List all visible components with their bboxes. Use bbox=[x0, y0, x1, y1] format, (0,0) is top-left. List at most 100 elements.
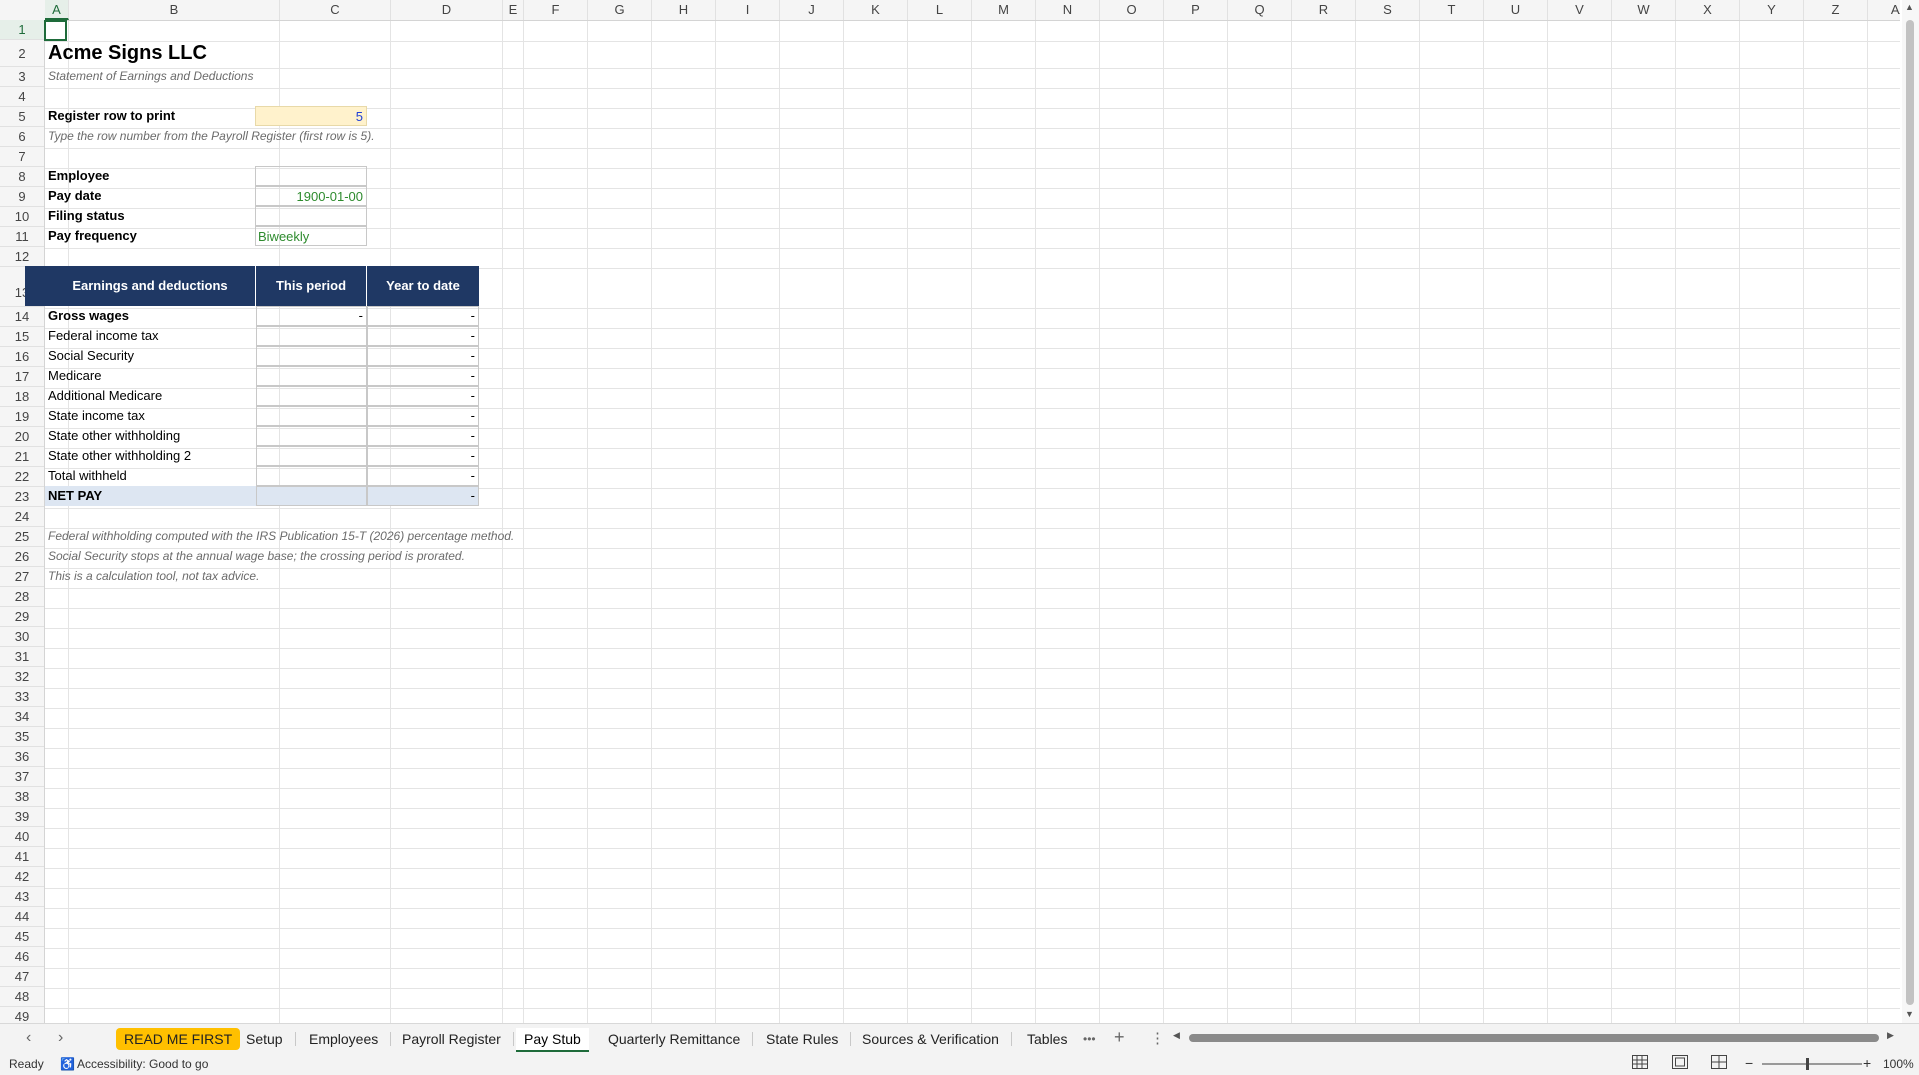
row-header-31[interactable]: 31 bbox=[0, 647, 44, 667]
row-header-10[interactable]: 10 bbox=[0, 207, 44, 227]
next-sheet-icon[interactable]: › bbox=[58, 1029, 63, 1047]
this-period-cell[interactable] bbox=[256, 466, 367, 486]
row-header-3[interactable]: 3 bbox=[0, 67, 44, 87]
row-header-30[interactable]: 30 bbox=[0, 627, 44, 647]
row-header-7[interactable]: 7 bbox=[0, 147, 44, 167]
tab-sources-verification[interactable]: Sources & Verification bbox=[854, 1028, 1012, 1050]
column-header-p[interactable]: P bbox=[1164, 0, 1228, 20]
column-header-m[interactable]: M bbox=[972, 0, 1036, 20]
row-header-14[interactable]: 14 bbox=[0, 307, 44, 327]
column-header-g[interactable]: G bbox=[588, 0, 652, 20]
row-header-24[interactable]: 24 bbox=[0, 507, 44, 527]
add-sheet-icon[interactable]: + bbox=[1114, 1027, 1125, 1048]
row-header-6[interactable]: 6 bbox=[0, 127, 44, 147]
register-row-input[interactable]: 5 bbox=[255, 106, 367, 126]
year-to-date-cell[interactable]: - bbox=[367, 486, 479, 506]
year-to-date-cell[interactable]: - bbox=[367, 346, 479, 366]
row-header-23[interactable]: 23 bbox=[0, 487, 44, 507]
filing-status-cell[interactable] bbox=[255, 206, 367, 226]
column-header-o[interactable]: O bbox=[1100, 0, 1164, 20]
row-header-32[interactable]: 32 bbox=[0, 667, 44, 687]
column-header-j[interactable]: J bbox=[780, 0, 844, 20]
row-header-1[interactable]: 1 bbox=[0, 20, 44, 40]
employee-value-cell[interactable] bbox=[255, 166, 367, 186]
scroll-down-icon[interactable]: ▼ bbox=[1905, 1009, 1914, 1019]
scroll-right-icon[interactable]: ▶ bbox=[1887, 1030, 1894, 1041]
row-header-4[interactable]: 4 bbox=[0, 87, 44, 107]
row-header-38[interactable]: 38 bbox=[0, 787, 44, 807]
column-header-x[interactable]: X bbox=[1676, 0, 1740, 20]
tab-read-me-first[interactable]: READ ME FIRST bbox=[116, 1028, 241, 1050]
normal-view-icon[interactable] bbox=[1632, 1055, 1648, 1072]
row-header-47[interactable]: 47 bbox=[0, 967, 44, 987]
row-header-36[interactable]: 36 bbox=[0, 747, 44, 767]
column-header-a[interactable]: A bbox=[45, 0, 69, 20]
column-header-v[interactable]: V bbox=[1548, 0, 1612, 20]
row-header-48[interactable]: 48 bbox=[0, 987, 44, 1007]
row-header-21[interactable]: 21 bbox=[0, 447, 44, 467]
this-period-cell[interactable] bbox=[256, 446, 367, 466]
column-header-t[interactable]: T bbox=[1420, 0, 1484, 20]
vertical-scroll-thumb[interactable] bbox=[1906, 20, 1914, 1005]
year-to-date-cell[interactable]: - bbox=[367, 446, 479, 466]
more-sheets-icon[interactable]: ••• bbox=[1083, 1032, 1096, 1046]
zoom-slider[interactable] bbox=[1762, 1063, 1862, 1065]
zoom-in-button[interactable]: + bbox=[1863, 1055, 1871, 1071]
this-period-cell[interactable] bbox=[256, 406, 367, 426]
zoom-slider-handle[interactable] bbox=[1806, 1058, 1809, 1070]
row-header-16[interactable]: 16 bbox=[0, 347, 44, 367]
row-header-40[interactable]: 40 bbox=[0, 827, 44, 847]
row-header-12[interactable]: 12 bbox=[0, 247, 44, 267]
page-break-icon[interactable] bbox=[1711, 1055, 1727, 1072]
row-header-33[interactable]: 33 bbox=[0, 687, 44, 707]
page-layout-icon[interactable] bbox=[1672, 1055, 1688, 1072]
tab-state-rules[interactable]: State Rules bbox=[758, 1028, 852, 1050]
year-to-date-cell[interactable]: - bbox=[367, 366, 479, 386]
column-header-d[interactable]: D bbox=[391, 0, 503, 20]
row-header-39[interactable]: 39 bbox=[0, 807, 44, 827]
column-header-e[interactable]: E bbox=[503, 0, 524, 20]
vertical-scrollbar[interactable]: ▲ ▼ bbox=[1902, 0, 1919, 1023]
row-header-46[interactable]: 46 bbox=[0, 947, 44, 967]
tab-quarterly-remittance[interactable]: Quarterly Remittance bbox=[600, 1028, 754, 1050]
row-header-34[interactable]: 34 bbox=[0, 707, 44, 727]
column-header-h[interactable]: H bbox=[652, 0, 716, 20]
row-header-37[interactable]: 37 bbox=[0, 767, 44, 787]
row-header-43[interactable]: 43 bbox=[0, 887, 44, 907]
row-header-15[interactable]: 15 bbox=[0, 327, 44, 347]
scroll-left-icon[interactable]: ◀ bbox=[1173, 1030, 1180, 1041]
this-period-cell[interactable] bbox=[256, 366, 367, 386]
column-header-z[interactable]: Z bbox=[1804, 0, 1868, 20]
row-header-2[interactable]: 2 bbox=[0, 40, 44, 67]
column-header-q[interactable]: Q bbox=[1228, 0, 1292, 20]
column-header-y[interactable]: Y bbox=[1740, 0, 1804, 20]
year-to-date-cell[interactable]: - bbox=[367, 466, 479, 486]
column-header-f[interactable]: F bbox=[524, 0, 588, 20]
row-header-45[interactable]: 45 bbox=[0, 927, 44, 947]
row-header-44[interactable]: 44 bbox=[0, 907, 44, 927]
column-header-u[interactable]: U bbox=[1484, 0, 1548, 20]
year-to-date-cell[interactable]: - bbox=[367, 426, 479, 446]
this-period-cell[interactable]: - bbox=[256, 306, 367, 326]
zoom-level[interactable]: 100% bbox=[1883, 1057, 1914, 1071]
sheet-options-icon[interactable]: ⋮ bbox=[1150, 1029, 1165, 1047]
this-period-cell[interactable] bbox=[256, 386, 367, 406]
row-header-29[interactable]: 29 bbox=[0, 607, 44, 627]
column-header-w[interactable]: W bbox=[1612, 0, 1676, 20]
this-period-cell[interactable] bbox=[256, 346, 367, 366]
column-header-b[interactable]: B bbox=[69, 0, 280, 20]
year-to-date-cell[interactable]: - bbox=[367, 306, 479, 326]
tab-tables[interactable]: Tables bbox=[1019, 1028, 1075, 1050]
pay-date-cell[interactable]: 1900-01-00 bbox=[255, 186, 367, 206]
year-to-date-cell[interactable]: - bbox=[367, 406, 479, 426]
row-header-20[interactable]: 20 bbox=[0, 427, 44, 447]
column-header-s[interactable]: S bbox=[1356, 0, 1420, 20]
tab-employees[interactable]: Employees bbox=[301, 1028, 392, 1050]
column-header-i[interactable]: I bbox=[716, 0, 780, 20]
row-header-27[interactable]: 27 bbox=[0, 567, 44, 587]
scroll-up-icon[interactable]: ▲ bbox=[1905, 2, 1914, 12]
accessibility-status[interactable]: Accessibility: Good to go bbox=[77, 1057, 208, 1071]
year-to-date-cell[interactable]: - bbox=[367, 386, 479, 406]
row-header-41[interactable]: 41 bbox=[0, 847, 44, 867]
row-header-8[interactable]: 8 bbox=[0, 167, 44, 187]
